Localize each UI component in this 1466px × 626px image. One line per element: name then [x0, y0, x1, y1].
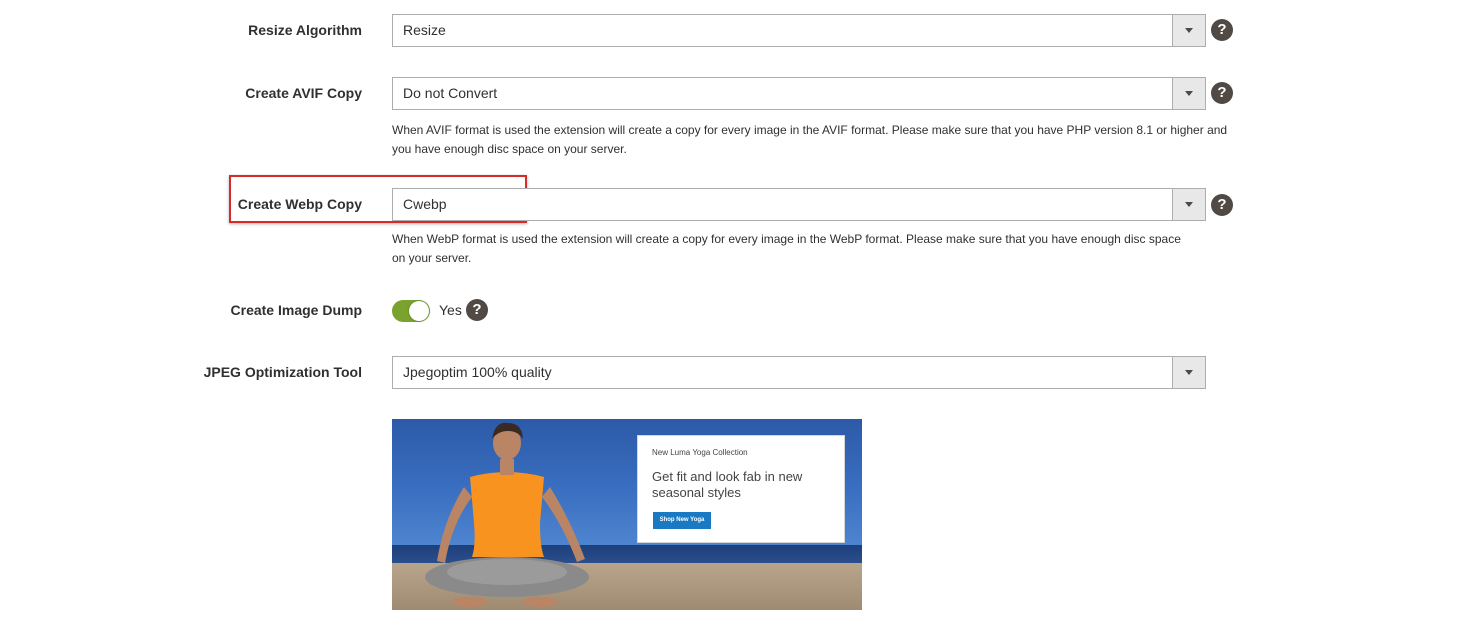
help-icon[interactable]: ? [466, 299, 488, 321]
avif-copy-select[interactable]: Do not Convert [392, 77, 1206, 110]
image-dump-label: Create Image Dump [230, 302, 362, 318]
chevron-down-icon[interactable] [1172, 189, 1205, 220]
image-dump-toggle-text: Yes [439, 302, 462, 318]
banner-headline: Get fit and look fab in new seasonal sty… [652, 469, 803, 500]
avif-copy-note: When AVIF format is used the extension w… [392, 123, 1228, 156]
resize-algorithm-label: Resize Algorithm [248, 22, 362, 38]
toggle-knob [409, 301, 429, 321]
image-dump-toggle[interactable] [392, 300, 430, 322]
help-icon[interactable]: ? [1211, 82, 1233, 104]
help-icon[interactable]: ? [1211, 194, 1233, 216]
banner-eyebrow: New Luma Yoga Collection [652, 448, 748, 457]
webp-copy-note: When WebP format is used the extension w… [392, 232, 1181, 265]
webp-copy-select[interactable]: Cwebp [392, 188, 1206, 221]
resize-algorithm-select[interactable]: Resize [392, 14, 1206, 47]
chevron-down-icon[interactable] [1172, 357, 1205, 388]
avif-copy-label: Create AVIF Copy [245, 85, 362, 101]
avif-copy-value: Do not Convert [403, 85, 498, 101]
webp-copy-value: Cwebp [403, 196, 447, 212]
jpeg-tool-select[interactable]: Jpegoptim 100% quality [392, 356, 1206, 389]
chevron-down-icon[interactable] [1172, 78, 1205, 109]
banner-promo-card: New Luma Yoga Collection Get fit and loo… [637, 435, 845, 543]
webp-copy-label: Create Webp Copy [237, 196, 362, 212]
chevron-down-icon[interactable] [1172, 15, 1205, 46]
jpeg-tool-value: Jpegoptim 100% quality [403, 364, 552, 380]
banner-preview-image: New Luma Yoga Collection Get fit and loo… [392, 419, 862, 610]
jpeg-tool-label: JPEG Optimization Tool [203, 364, 362, 380]
banner-cta-button: Shop New Yoga [653, 512, 711, 529]
help-icon[interactable]: ? [1211, 19, 1233, 41]
resize-algorithm-value: Resize [403, 22, 446, 38]
